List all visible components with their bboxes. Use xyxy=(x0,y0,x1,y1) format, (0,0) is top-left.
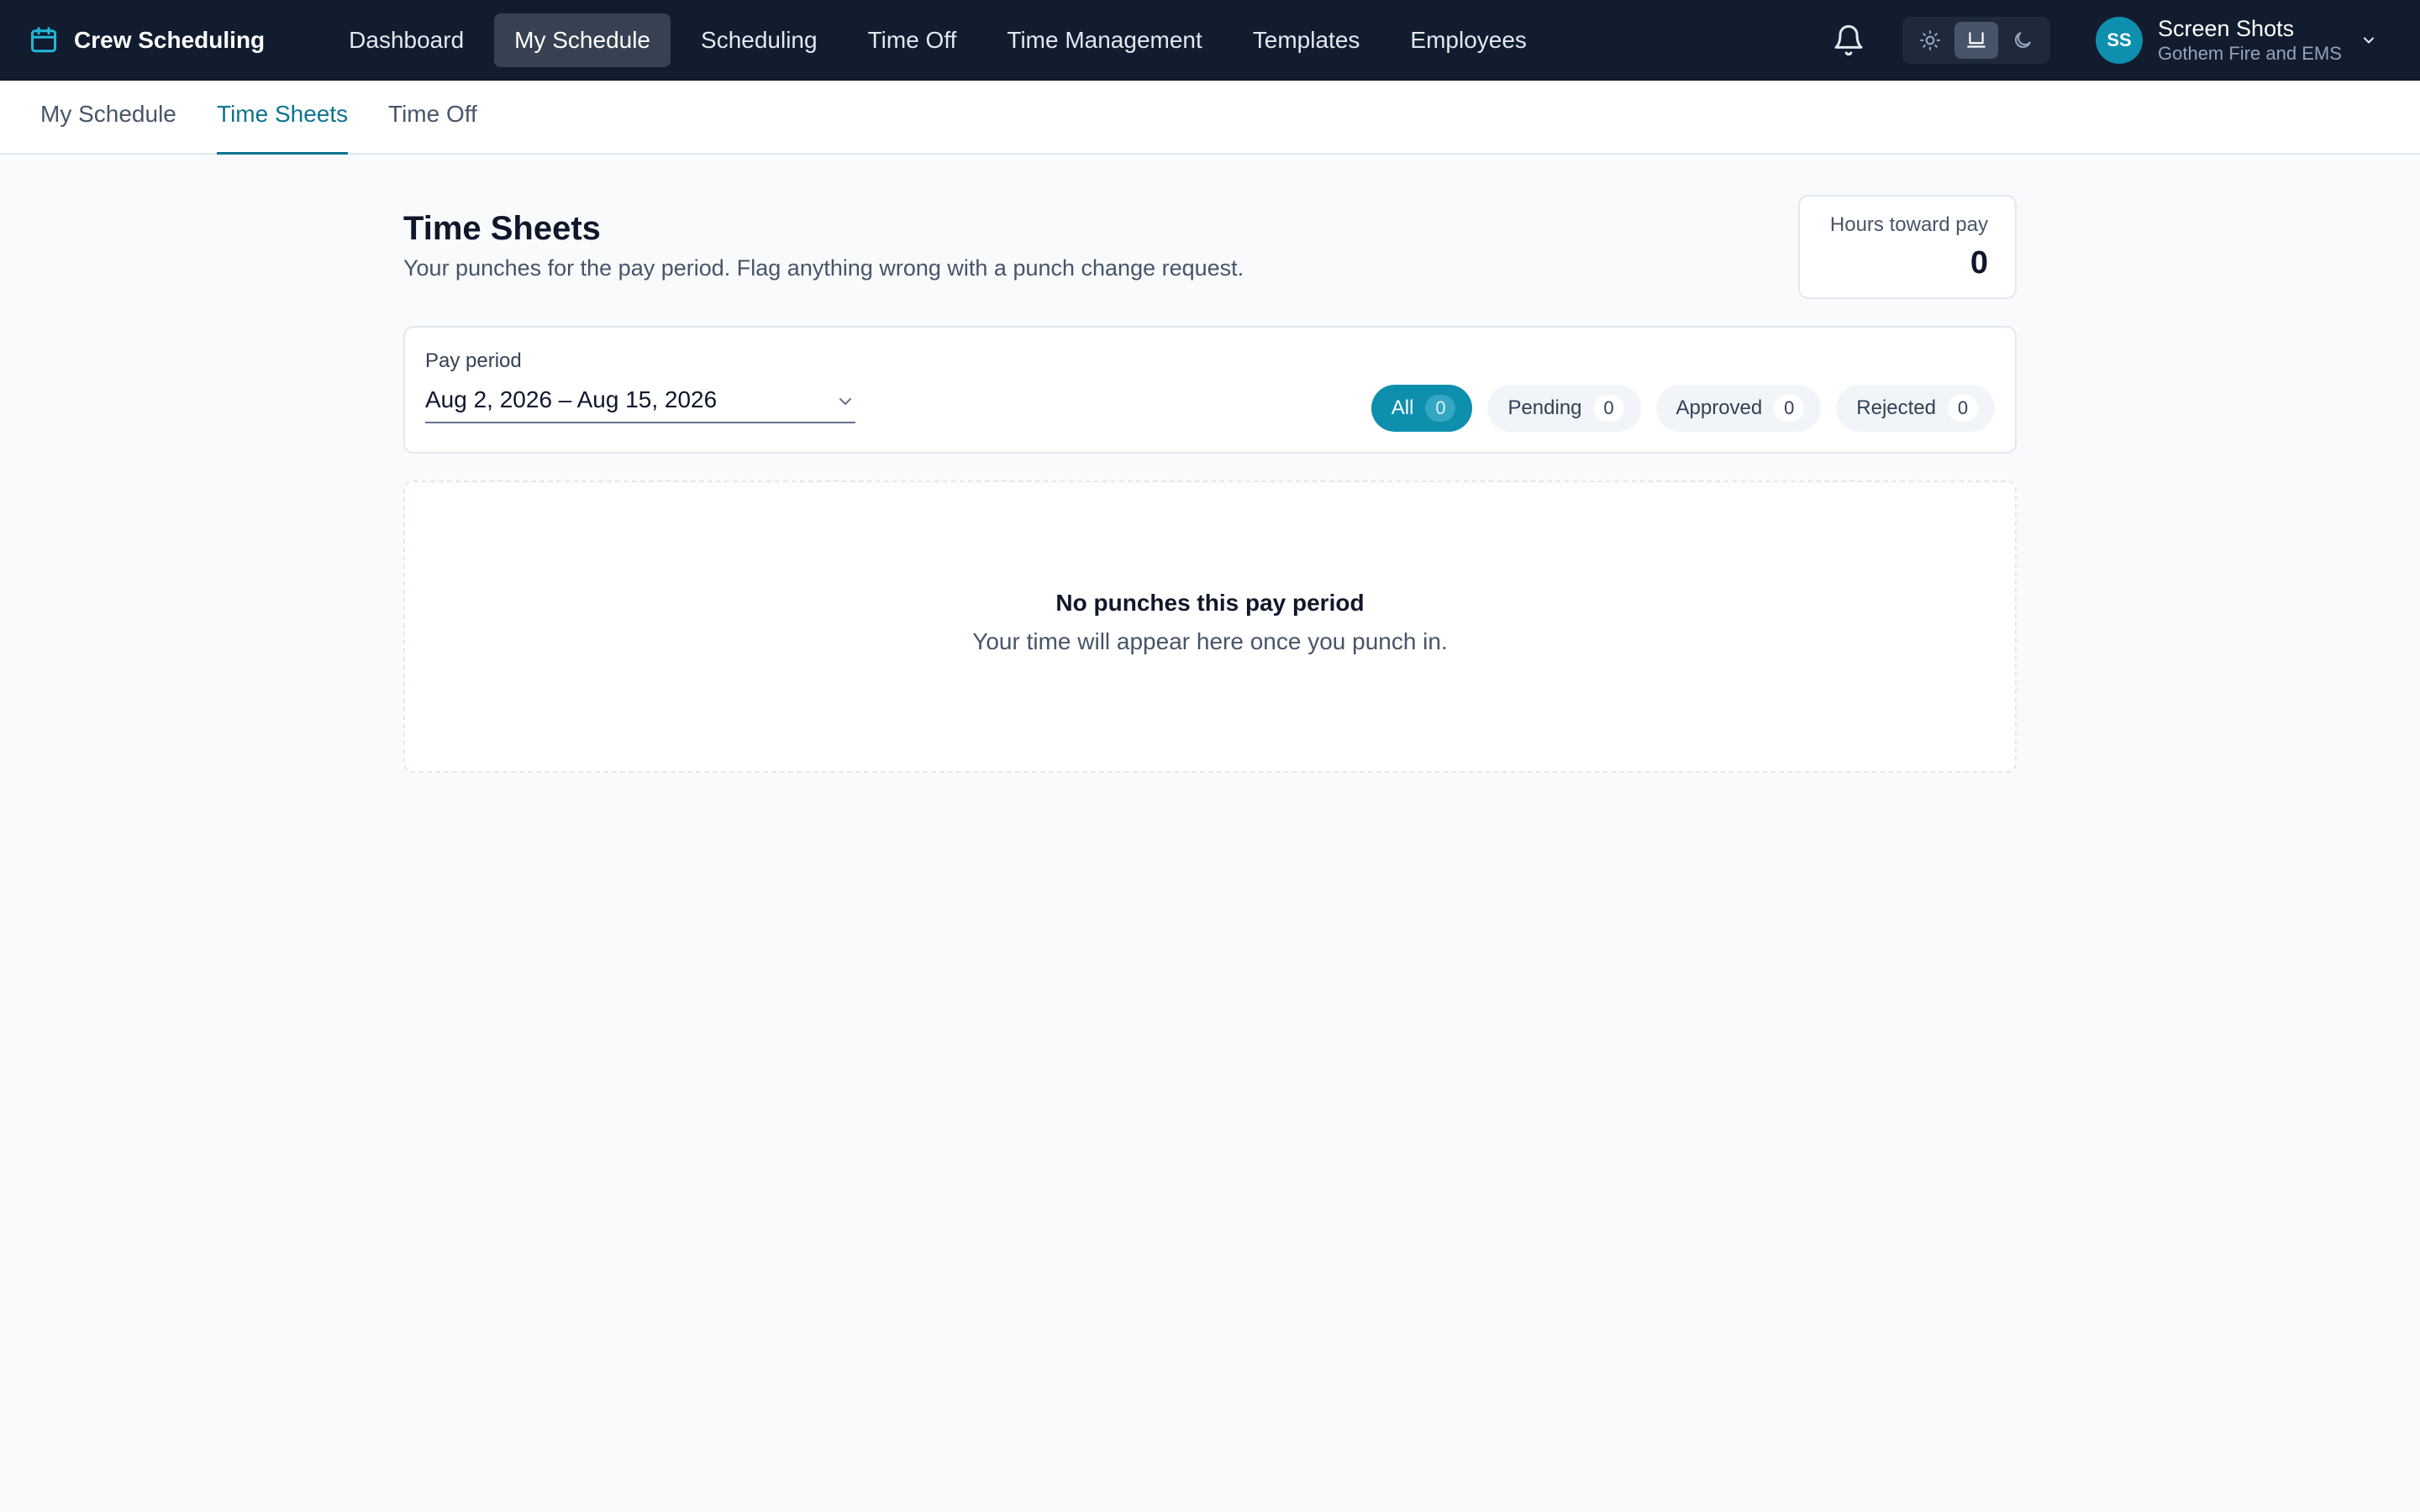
top-navbar: Crew Scheduling Dashboard My Schedule Sc… xyxy=(0,0,2420,81)
nav-item-templates[interactable]: Templates xyxy=(1233,13,1381,67)
chip-label: Rejected xyxy=(1856,396,1936,419)
theme-light-button[interactable] xyxy=(1908,22,1952,59)
nav-item-employees[interactable]: Employees xyxy=(1390,13,1547,67)
hours-card: Hours toward pay 0 xyxy=(1798,195,2017,299)
status-filter-chips: All 0 Pending 0 Approved 0 Rejected 0 xyxy=(1370,385,1995,432)
user-org: Gothem Fire and EMS xyxy=(2158,43,2342,64)
theme-system-button[interactable] xyxy=(1954,22,1998,59)
nav-item-scheduling[interactable]: Scheduling xyxy=(681,13,838,67)
page-subtitle: Your punches for the pay period. Flag an… xyxy=(403,255,1244,281)
sun-icon xyxy=(1920,30,1941,50)
moon-icon xyxy=(2014,32,2031,49)
main-nav: Dashboard My Schedule Scheduling Time Of… xyxy=(329,13,1547,67)
sub-nav: My Schedule Time Sheets Time Off xyxy=(0,81,2420,155)
avatar: SS xyxy=(2096,17,2143,64)
pay-period-select[interactable]: Aug 2, 2026 – Aug 15, 2026 xyxy=(425,383,855,423)
chip-count: 0 xyxy=(1593,395,1624,422)
filter-chip-approved[interactable]: Approved 0 xyxy=(1655,385,1822,432)
theme-toggle xyxy=(1902,17,2050,64)
chip-count: 0 xyxy=(1774,395,1805,422)
user-name: Screen Shots xyxy=(2158,16,2295,41)
monitor-icon xyxy=(1967,32,1986,48)
hours-value: 0 xyxy=(1970,245,1988,281)
tab-time-off[interactable]: Time Off xyxy=(388,81,477,155)
filter-card: Pay period Aug 2, 2026 – Aug 15, 2026 Al… xyxy=(403,326,2017,454)
chip-count: 0 xyxy=(1948,395,1978,422)
user-info: Screen Shots Gothem Fire and EMS xyxy=(2158,15,2342,66)
app-name: Crew Scheduling xyxy=(74,27,266,53)
empty-state-text: Your time will appear here once you punc… xyxy=(972,628,1448,654)
nav-item-time-off[interactable]: Time Off xyxy=(848,13,977,67)
chip-count: 0 xyxy=(1425,395,1456,422)
brand[interactable]: Crew Scheduling xyxy=(29,25,265,55)
nav-item-time-management[interactable]: Time Management xyxy=(986,13,1222,67)
nav-item-my-schedule[interactable]: My Schedule xyxy=(494,13,671,67)
nav-item-dashboard[interactable]: Dashboard xyxy=(329,13,484,67)
chevron-down-icon xyxy=(2363,37,2374,44)
empty-state: No punches this pay period Your time wil… xyxy=(403,480,2017,773)
bell-icon[interactable] xyxy=(1832,24,1865,57)
hours-label: Hours toward pay xyxy=(1829,213,1988,236)
user-menu[interactable]: SS Screen Shots Gothem Fire and EMS xyxy=(2096,13,2377,67)
calendar-icon xyxy=(31,27,56,53)
filter-chip-rejected[interactable]: Rejected 0 xyxy=(1836,385,1995,432)
tab-time-sheets[interactable]: Time Sheets xyxy=(217,81,349,155)
tab-my-schedule[interactable]: My Schedule xyxy=(40,81,176,155)
page-title: Time Sheets xyxy=(403,210,601,247)
chip-label: Pending xyxy=(1507,396,1582,419)
filter-chip-all[interactable]: All 0 xyxy=(1370,385,1473,432)
pay-period-value: Aug 2, 2026 – Aug 15, 2026 xyxy=(425,386,718,412)
filter-chip-pending[interactable]: Pending 0 xyxy=(1487,385,1641,432)
theme-dark-button[interactable] xyxy=(2001,22,2044,59)
chip-label: All xyxy=(1391,396,1414,419)
empty-state-title: No punches this pay period xyxy=(1055,590,1365,616)
chevron-down-icon xyxy=(839,398,851,405)
pay-period-label: Pay period xyxy=(425,349,522,372)
chip-label: Approved xyxy=(1676,396,1763,419)
